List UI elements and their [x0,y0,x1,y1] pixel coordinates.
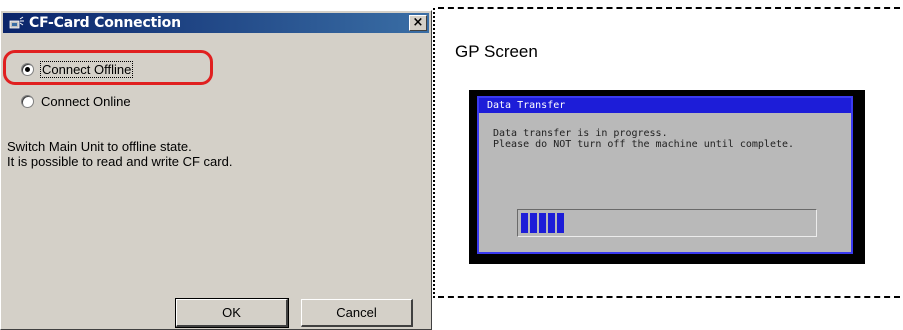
cf-card-icon [9,16,24,29]
dialog-titlebar: CF-Card Connection × [3,13,429,33]
radio-button-online[interactable] [21,94,34,108]
cancel-button[interactable]: Cancel [301,299,413,327]
progress-block [521,213,528,233]
progress-block [530,213,537,233]
data-transfer-window: Data Transfer Data transfer is in progre… [477,96,853,254]
ok-button[interactable]: OK [175,298,289,328]
progress-block [539,213,546,233]
message-line-2: Please do NOT turn off the machine until… [493,139,795,150]
data-transfer-message: Data transfer is in progress. Please do … [493,128,794,150]
description-line-2: It is possible to read and write CF card… [7,154,233,169]
dialog-title: CF-Card Connection [29,15,181,31]
message-line-1: Data transfer is in progress. [493,128,668,139]
transfer-progress-bar [517,209,817,237]
description-line-1: Switch Main Unit to offline state. [7,139,192,154]
dashed-border-bottom [438,296,900,298]
close-icon: × [412,15,424,30]
gp-screen-label: GP Screen [455,42,538,61]
progress-fill [521,213,564,233]
data-transfer-title: Data Transfer [479,98,851,113]
progress-block [557,213,564,233]
radio-connect-online[interactable]: Connect Online [21,92,131,110]
dashed-border-top [438,7,900,9]
highlight-callout [3,50,213,85]
gp-screen: Data Transfer Data transfer is in progre… [469,90,865,264]
progress-block [548,213,555,233]
radio-online-label: Connect Online [41,93,131,109]
close-button[interactable]: × [409,15,427,31]
dotted-connector [433,8,435,298]
